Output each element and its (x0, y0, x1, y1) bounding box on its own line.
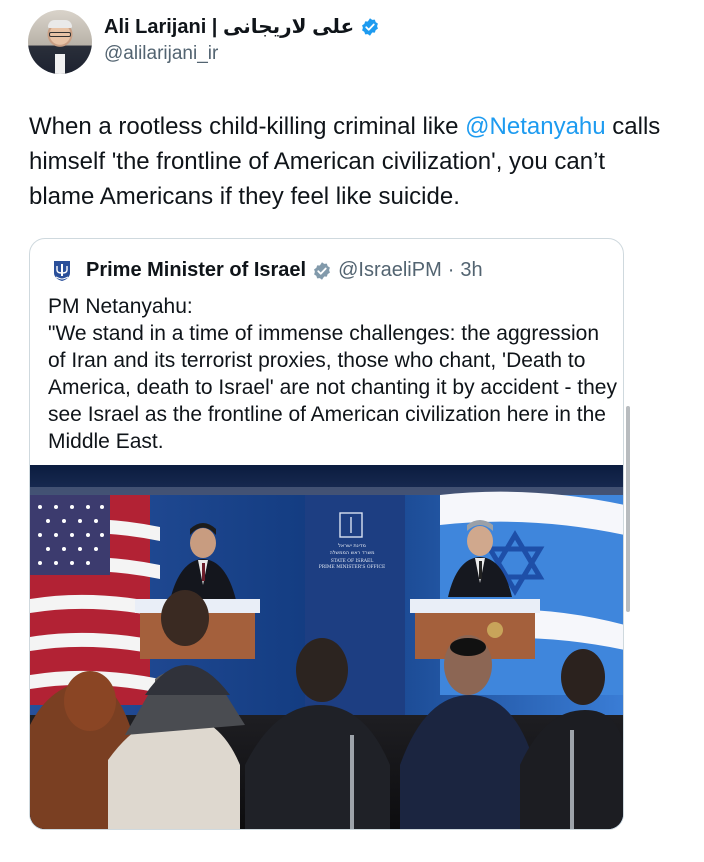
tweet-text-part-1: When a rootless child-killing criminal l… (29, 113, 466, 140)
verified-badge-icon (362, 17, 379, 36)
scrollbar[interactable] (626, 406, 630, 612)
separator-dot: · (447, 259, 455, 281)
israel-emblem-icon (54, 260, 70, 281)
gray-verified-badge-icon (314, 261, 330, 280)
backdrop-text-4: PRIME MINISTER'S OFFICE (319, 564, 386, 570)
quoted-text-line-1: PM Netanyahu: (48, 295, 193, 318)
quoted-tweet[interactable]: Prime Minister of Israel @IsraeliPM · 3h… (29, 238, 624, 830)
author-name-row[interactable]: Ali Larijani | علی لاریجانی (104, 14, 380, 39)
backdrop-text-2: משרד ראש הממשלה (329, 550, 374, 556)
tweet-text: When a rootless child-killing criminal l… (29, 109, 669, 214)
press-conference-photo: מדינת ישראל משרד ראש הממשלה STATE OF ISR… (30, 465, 623, 829)
author-avatar[interactable] (28, 10, 92, 74)
quoted-media-photo[interactable]: מדינת ישראל משרד ראש הממשלה STATE OF ISR… (30, 465, 623, 829)
mention-link[interactable]: @Netanyahu (465, 113, 605, 140)
quoted-tweet-text: PM Netanyahu: "We stand in a time of imm… (48, 293, 618, 455)
quoted-timestamp[interactable]: 3h (460, 259, 482, 282)
quoted-tweet-header: Prime Minister of Israel @IsraeliPM · 3h (52, 259, 483, 282)
backdrop-text-1: מדינת ישראל (338, 543, 366, 549)
quoted-text-line-2: "We stand in a time of immense challenge… (48, 322, 617, 453)
quoted-handle[interactable]: @IsraeliPM (338, 259, 442, 282)
tweet: Ali Larijani | علی لاریجانی @alilarijani… (0, 0, 704, 862)
quoted-display-name[interactable]: Prime Minister of Israel (86, 259, 306, 282)
author-handle[interactable]: @alilarijani_ir (104, 43, 218, 65)
backdrop-text-3: STATE OF ISRAEL (331, 558, 374, 564)
author-display-name[interactable]: Ali Larijani | علی لاریجانی (104, 14, 354, 39)
